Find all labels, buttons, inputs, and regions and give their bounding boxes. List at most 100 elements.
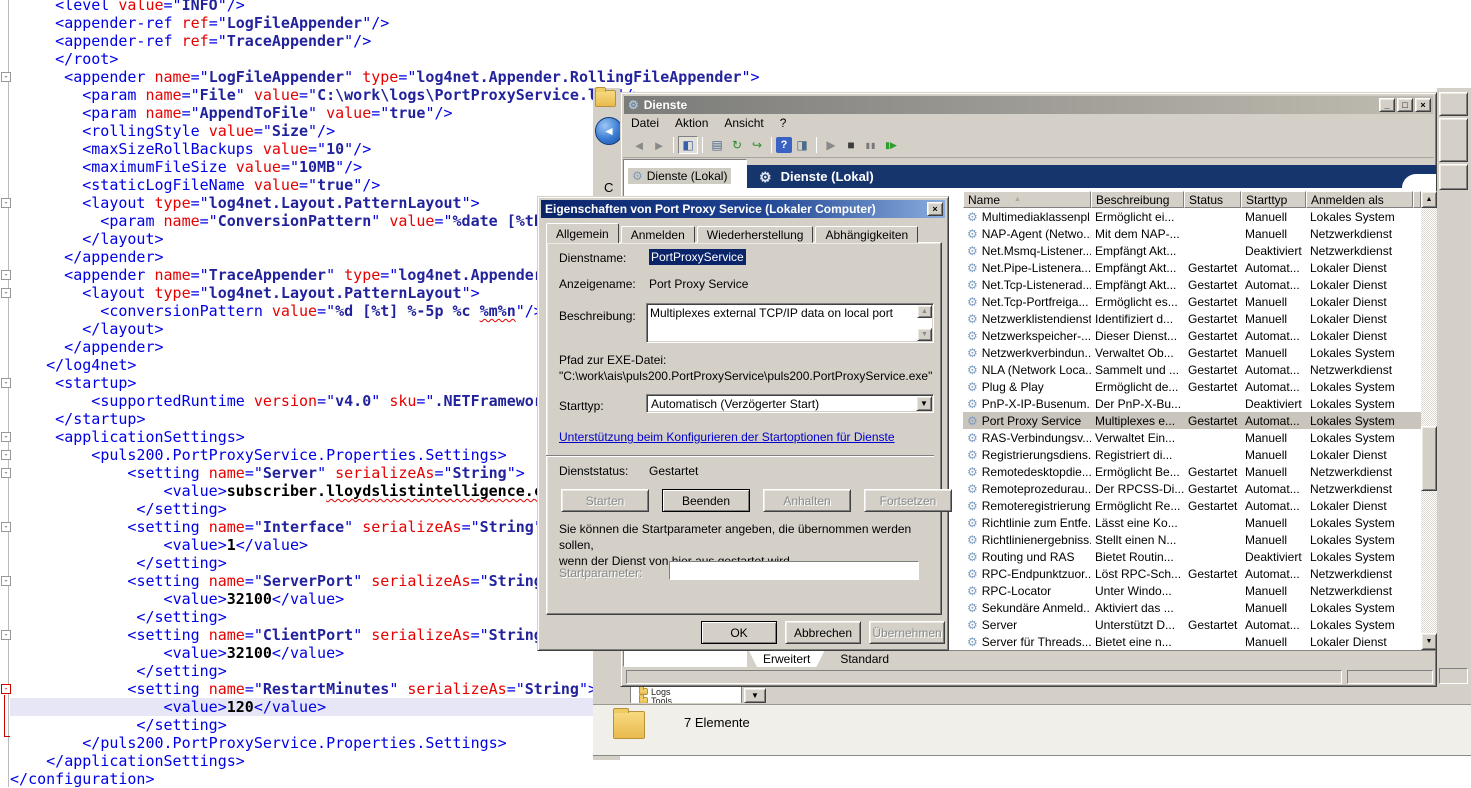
table-row[interactable]: ⚙NetzwerklistendienstIdentifiziert d...G… [963,310,1421,327]
table-row[interactable]: ⚙RAS-Verbindungsv...Verwaltet Ein...Manu… [963,429,1421,446]
table-row[interactable]: ⚙Netzwerkspeicher-...Dieser Dienst...Ges… [963,327,1421,344]
menu-item-ansicht[interactable]: Ansicht [716,115,771,131]
table-row[interactable]: ⚙Richtlinienergebniss...Stellt einen N..… [963,531,1421,548]
export-list-icon[interactable]: ↪ [747,136,767,154]
view-tab-erweitert[interactable]: Erweitert [749,651,824,667]
tree-item-dienste-lokal[interactable]: ⚙ Dienste (Lokal) [628,168,731,184]
cell-starttyp: Deaktiviert [1245,397,1302,411]
forward-icon[interactable]: ► [649,136,669,154]
startoptions-help-link[interactable]: Unterstützung beim Konfigurieren der Sta… [559,430,895,444]
services-list[interactable]: Name▲BeschreibungStatusStarttypAnmelden … [963,191,1437,650]
table-row[interactable]: ⚙NLA (Network Loca...Sammelt und ...Gest… [963,361,1421,378]
table-row[interactable]: ⚙Remotedesktopdie...Ermöglicht Be...Gest… [963,463,1421,480]
dialog-titlebar[interactable]: Eigenschaften von Port Proxy Service (Lo… [541,200,945,218]
back-icon[interactable]: ◄ [629,136,649,154]
minimize-button[interactable]: _ [1379,98,1395,112]
table-row[interactable]: ⚙Server für Threads...Bietet eine n...Ma… [963,633,1421,650]
tab-allgemein[interactable]: Allgemein [546,223,619,243]
code-line[interactable]: </configuration> [10,770,710,788]
close-icon[interactable]: × [927,202,943,216]
folder-item[interactable]: Logs [631,687,741,696]
table-row[interactable]: ⚙Multimediaklassenpl...Ermöglicht ei...M… [963,208,1421,225]
tab-abhängigkeiten[interactable]: Abhängigkeiten [815,226,918,243]
show-console-tree-icon[interactable]: ◧ [678,136,698,154]
ok-button[interactable]: OK [701,621,777,644]
fold-marker[interactable]: - [1,72,11,82]
column-header-anmeldenals[interactable]: Anmelden als [1306,191,1413,208]
table-row[interactable]: ⚙ServerUnterstützt D...GestartetAutomat.… [963,616,1421,633]
fold-marker[interactable]: - [1,450,11,460]
vertical-scrollbar[interactable]: ▲ ▼ [1421,191,1437,650]
column-header-status[interactable]: Status [1184,191,1241,208]
properties-icon[interactable]: ▤ [707,136,727,154]
table-row[interactable]: ⚙Routing und RASBietet Routin...Deaktivi… [963,548,1421,565]
folder-item[interactable]: Tools [631,696,741,703]
column-header-starttyp[interactable]: Starttyp [1241,191,1306,208]
fold-marker-red[interactable]: - [1,684,11,694]
close-button[interactable]: × [1415,98,1431,112]
table-row[interactable]: ⚙Plug & PlayErmöglicht de...GestartetAut… [963,378,1421,395]
fold-marker[interactable]: - [1,630,11,640]
maximize-button[interactable]: □ [1397,98,1413,112]
table-row[interactable]: ⚙Net.Tcp-Portfreiga...Ermöglicht es...Ge… [963,293,1421,310]
fold-marker[interactable]: - [1,468,11,478]
tab-anmelden[interactable]: Anmelden [621,226,695,243]
fold-marker[interactable]: - [1,432,11,442]
stop-service-icon[interactable]: ■ [841,136,861,154]
view-tab-standard[interactable]: Standard [826,651,903,667]
table-row[interactable]: ⚙RPC-Endpunktzuor...Löst RPC-Sch...Gesta… [963,565,1421,582]
code-line[interactable]: <appender name="LogFileAppender" type="l… [10,68,710,86]
menu-item-datei[interactable]: Datei [623,115,667,131]
dropdown-button[interactable]: ▼ [744,688,766,703]
scroll-down-button[interactable]: ▼ [1421,633,1437,650]
starttyp-combobox[interactable]: Automatisch (Verzögerter Start) ▼ [646,394,934,413]
fold-marker[interactable]: - [1,522,11,532]
table-row[interactable]: ⚙Net.Tcp-Listenerad...Empfängt Akt...Ges… [963,276,1421,293]
dienstname-value[interactable]: PortProxyService [649,249,746,265]
scroll-down-icon: ▼ [917,328,932,341]
explorer-back-button[interactable]: ◄ [595,117,623,145]
scrollbar-thumb[interactable] [1421,426,1437,491]
table-row[interactable]: ⚙Sekundäre Anmeld...Aktiviert das ...Man… [963,599,1421,616]
cell-status: Gestartet [1188,465,1237,479]
scroll-up-button[interactable]: ▲ [1421,191,1437,208]
refresh-icon[interactable]: ↻ [727,136,747,154]
fold-marker[interactable]: - [1,270,11,280]
beenden-button[interactable]: Beenden [662,489,750,512]
table-row[interactable]: ⚙Registrierungsdiens...Registriert di...… [963,446,1421,463]
pause-service-icon[interactable]: ▮▮ [861,136,881,154]
chevron-down-icon[interactable]: ▼ [916,396,932,411]
fold-marker[interactable]: - [1,288,11,298]
menu-item-aktion[interactable]: Aktion [667,115,716,131]
help-icon[interactable]: ? [776,137,792,153]
restart-service-icon[interactable]: ▮▶ [881,136,901,154]
code-line[interactable]: <appender-ref ref="TraceAppender"/> [10,32,710,50]
titlebar[interactable]: ⚙ Dienste _□× [624,96,1433,114]
table-row[interactable]: ⚙Remoteprozedurau...Der RPCSS-Di...Gesta… [963,480,1421,497]
code-line[interactable]: <level value="INFO"/> [10,0,710,14]
table-row[interactable]: ⚙PnP-X-IP-Busenum...Der PnP-X-Bu...Deakt… [963,395,1421,412]
menu-item-?[interactable]: ? [772,115,795,131]
tab-wiederherstellung[interactable]: Wiederherstellung [697,226,814,243]
table-row[interactable]: ⚙NAP-Agent (Netwo...Mit dem NAP-...Manue… [963,225,1421,242]
table-row[interactable]: ⚙Net.Pipe-Listenera...Empfängt Akt...Ges… [963,259,1421,276]
fold-marker[interactable]: - [1,378,11,388]
fold-marker[interactable]: - [1,198,11,208]
table-row[interactable]: ⚙Port Proxy ServiceMultiplexes e...Gesta… [963,412,1421,429]
table-row[interactable]: ⚙Net.Msmq-Listener...Empfängt Akt...Deak… [963,242,1421,259]
beschreibung-field[interactable]: Multiplexes external TCP/IP data on loca… [646,303,934,343]
column-header-name[interactable]: Name▲ [963,191,1091,208]
extended-view-icon[interactable]: ◨ [792,136,812,154]
cell-anmelden: Lokales System [1310,346,1395,360]
table-row[interactable]: ⚙Richtlinie zum Entfe...Lässt eine Ko...… [963,514,1421,531]
code-line[interactable]: </root> [10,50,710,68]
table-row[interactable]: ⚙RPC-LocatorUnter Windo...ManuellNetzwer… [963,582,1421,599]
cell-anmelden: Netzwerkdienst [1310,244,1392,258]
table-row[interactable]: ⚙RemoteregistrierungErmöglicht Re...Gest… [963,497,1421,514]
code-line[interactable]: <appender-ref ref="LogFileAppender"/> [10,14,710,32]
column-header-beschreibung[interactable]: Beschreibung [1091,191,1184,208]
fold-marker[interactable]: - [1,576,11,586]
abbrechen-button[interactable]: Abbrechen [785,621,861,644]
table-row[interactable]: ⚙Netzwerkverbindun...Verwaltet Ob...Gest… [963,344,1421,361]
start-service-icon[interactable]: ▶ [821,136,841,154]
